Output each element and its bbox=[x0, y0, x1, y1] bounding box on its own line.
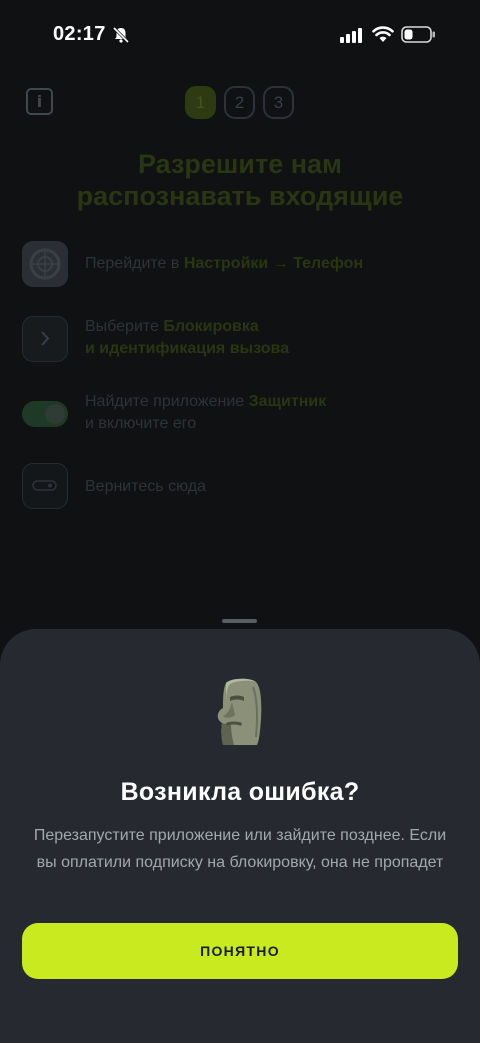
error-description: Перезапустите приложение или зайдите поз… bbox=[33, 827, 447, 871]
step-3: 3 bbox=[263, 86, 294, 119]
status-bar: 02:17 bbox=[0, 0, 480, 70]
sheet-drag-handle[interactable] bbox=[222, 619, 257, 623]
wifi-icon bbox=[372, 26, 394, 42]
moai-icon bbox=[217, 678, 262, 745]
error-title: Возникла ошибка? bbox=[120, 778, 360, 806]
page-title: Разрешите нам распознавать входящие bbox=[76, 149, 404, 211]
instruction-4: Вернитесь сюда bbox=[85, 478, 206, 495]
battery-low-icon bbox=[401, 26, 435, 43]
settings-icon bbox=[22, 241, 68, 287]
step-1: 1 bbox=[185, 86, 216, 119]
cellular-signal-icon bbox=[340, 28, 362, 43]
toggle-on-icon bbox=[22, 401, 68, 427]
instruction-3: Найдите приложение Защитник и включите е… bbox=[85, 393, 327, 432]
ok-button[interactable]: ПОНЯТНО bbox=[22, 923, 458, 979]
back-card-icon bbox=[22, 463, 68, 509]
step-2: 2 bbox=[224, 86, 255, 119]
info-icon[interactable]: i bbox=[26, 88, 53, 115]
status-time: 02:17 bbox=[53, 23, 106, 45]
chevron-right-icon bbox=[22, 316, 68, 362]
instruction-1: Перейдите в Настройки → Телефон bbox=[85, 255, 364, 272]
step-indicator: 1 2 3 bbox=[185, 86, 294, 119]
instruction-2: Выберите Блокировка и идентификация вызо… bbox=[85, 318, 290, 357]
bell-slash-icon bbox=[112, 26, 130, 44]
